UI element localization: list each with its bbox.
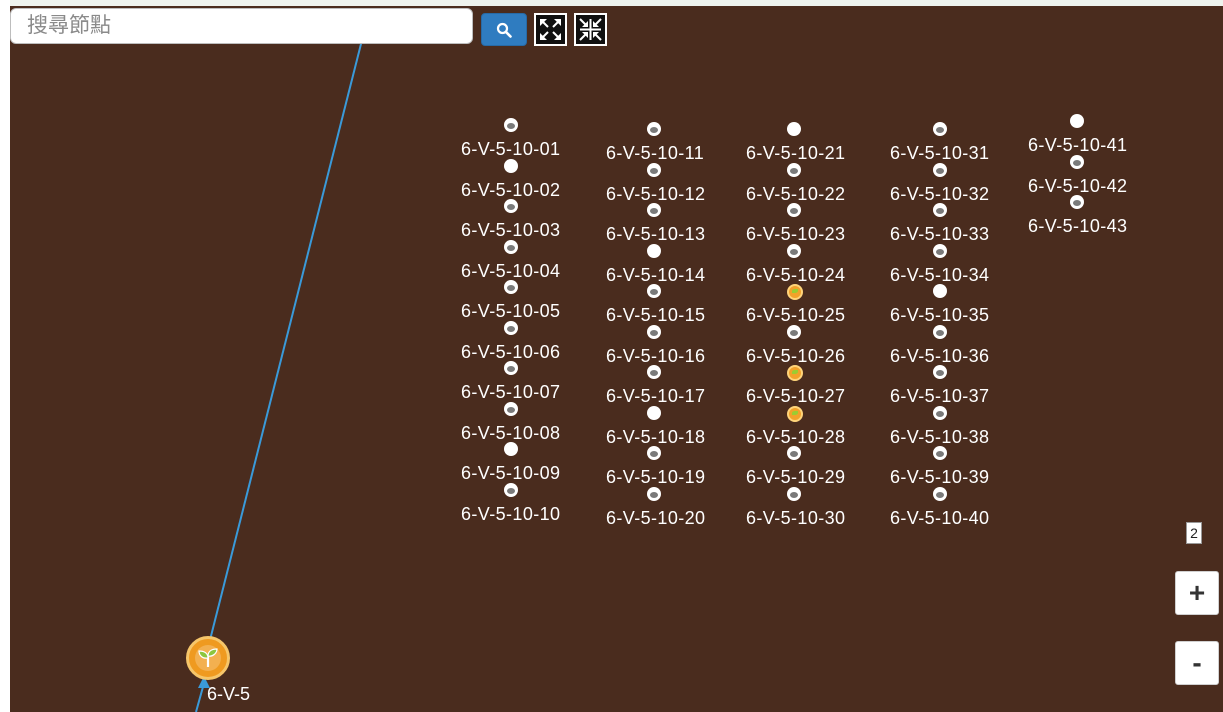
tree-node-dot[interactable] [933,446,947,460]
tree-canvas[interactable] [10,6,1223,712]
tree-node-dot[interactable] [787,203,801,217]
tree-node-dot[interactable] [647,405,661,420]
tree-node-dot[interactable] [933,162,947,177]
tree-node-dot[interactable] [647,324,661,339]
tree-node-dot[interactable] [787,284,803,300]
tree-node-dot[interactable] [933,284,947,298]
tree-node-dot[interactable] [504,482,518,497]
tree-node-dot[interactable] [1070,195,1084,209]
search-button[interactable] [481,13,527,46]
tree-node-dot[interactable] [933,486,947,501]
tree-node-dot[interactable] [787,486,801,501]
tree-node-dot[interactable] [933,405,947,420]
tree-node-dot[interactable] [647,122,661,136]
tree-node-dot[interactable] [504,158,518,173]
left-margin [0,0,10,712]
tree-node-dot[interactable] [933,243,947,258]
tree-node-dot[interactable] [933,365,947,379]
sprout-icon [195,645,221,671]
tree-node-dot[interactable] [647,446,661,460]
tree-node-dot[interactable] [787,365,803,381]
tree-node-dot[interactable] [933,324,947,339]
tree-node-dot[interactable] [504,280,518,294]
zoom-out-button[interactable]: - [1175,641,1219,685]
tree-node-dot[interactable] [787,324,801,339]
expand-all-button[interactable] [534,13,567,46]
magnifier-icon [496,22,512,38]
collapse-arrows-icon [579,18,602,41]
tree-node-dot[interactable] [647,365,661,379]
tree-node-dot[interactable] [504,401,518,416]
tree-node-dot[interactable] [647,243,661,258]
tree-node-dot[interactable] [1070,154,1084,169]
tree-node-dot[interactable] [647,486,661,501]
root-node-label: 6-V-5 [207,684,251,704]
tree-node-dot[interactable] [504,199,518,213]
zoom-level-indicator: 2 [1186,522,1202,544]
tree-node-dot[interactable] [504,442,518,456]
tree-node-dot[interactable] [787,405,803,422]
tree-node-dot[interactable] [647,284,661,298]
root-node[interactable] [186,636,230,680]
tree-node-dot[interactable] [787,446,801,460]
tree-node-dot[interactable] [504,320,518,335]
tree-node-dot[interactable] [1070,114,1084,128]
collapse-all-button[interactable] [574,13,607,46]
tree-node-dot[interactable] [787,122,801,136]
tree-node-dot[interactable] [933,203,947,217]
tree-node-dot[interactable] [787,243,801,258]
tree-node-dot[interactable] [647,203,661,217]
tree-node-dot[interactable] [504,118,518,132]
tree-node-dot[interactable] [504,239,518,254]
tree-node-dot[interactable] [933,122,947,136]
tree-node-dot[interactable] [787,162,801,177]
zoom-in-button[interactable]: + [1175,571,1219,615]
tree-node-dot[interactable] [504,361,518,375]
search-input[interactable] [10,8,473,44]
tree-node-dot[interactable] [647,162,661,177]
expand-arrows-icon [540,19,561,40]
